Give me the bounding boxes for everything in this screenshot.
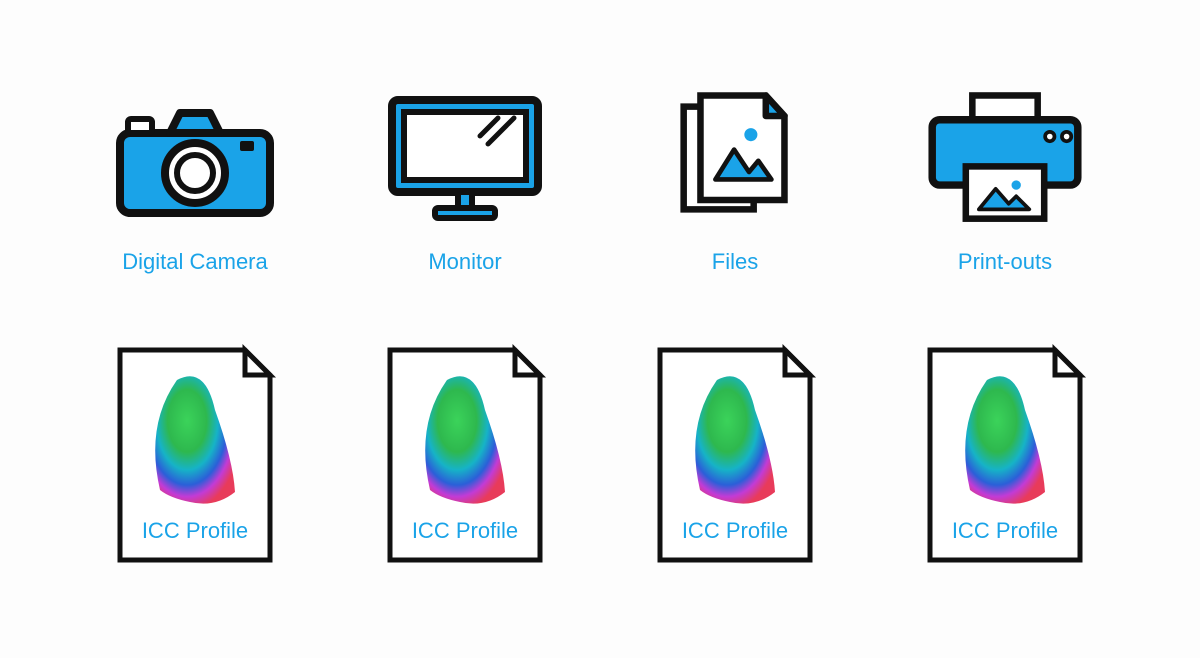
device-printer-label: Print-outs — [958, 249, 1052, 275]
device-printer: Print-outs — [890, 83, 1120, 275]
icc-profile-icon: ICC Profile — [100, 335, 290, 575]
device-monitor-label: Monitor — [428, 249, 501, 275]
printer-icon — [920, 83, 1090, 233]
icc-profile-icon: ICC Profile — [370, 335, 560, 575]
device-camera: Digital Camera — [80, 83, 310, 275]
profile-doc-label: ICC Profile — [952, 518, 1058, 543]
device-camera-label: Digital Camera — [122, 249, 268, 275]
profile-doc-label: ICC Profile — [412, 518, 518, 543]
devices-row: Digital Camera Monitor — [80, 83, 1120, 275]
icc-profile-icon: ICC Profile — [640, 335, 830, 575]
device-files-label: Files — [712, 249, 758, 275]
profile-doc-label: ICC Profile — [142, 518, 248, 543]
icc-profile-icon: ICC Profile — [910, 335, 1100, 575]
profile-doc-3: ICC Profile — [890, 335, 1120, 575]
device-files: Files — [620, 83, 850, 275]
files-icon — [650, 83, 820, 233]
profile-doc-label: ICC Profile — [682, 518, 788, 543]
monitor-icon — [380, 83, 550, 233]
device-monitor: Monitor — [350, 83, 580, 275]
profile-doc-1: ICC Profile — [350, 335, 580, 575]
camera-icon — [110, 83, 280, 233]
profile-doc-0: ICC Profile — [80, 335, 310, 575]
profiles-row: ICC Profile ICC — [80, 335, 1120, 575]
profile-doc-2: ICC Profile — [620, 335, 850, 575]
